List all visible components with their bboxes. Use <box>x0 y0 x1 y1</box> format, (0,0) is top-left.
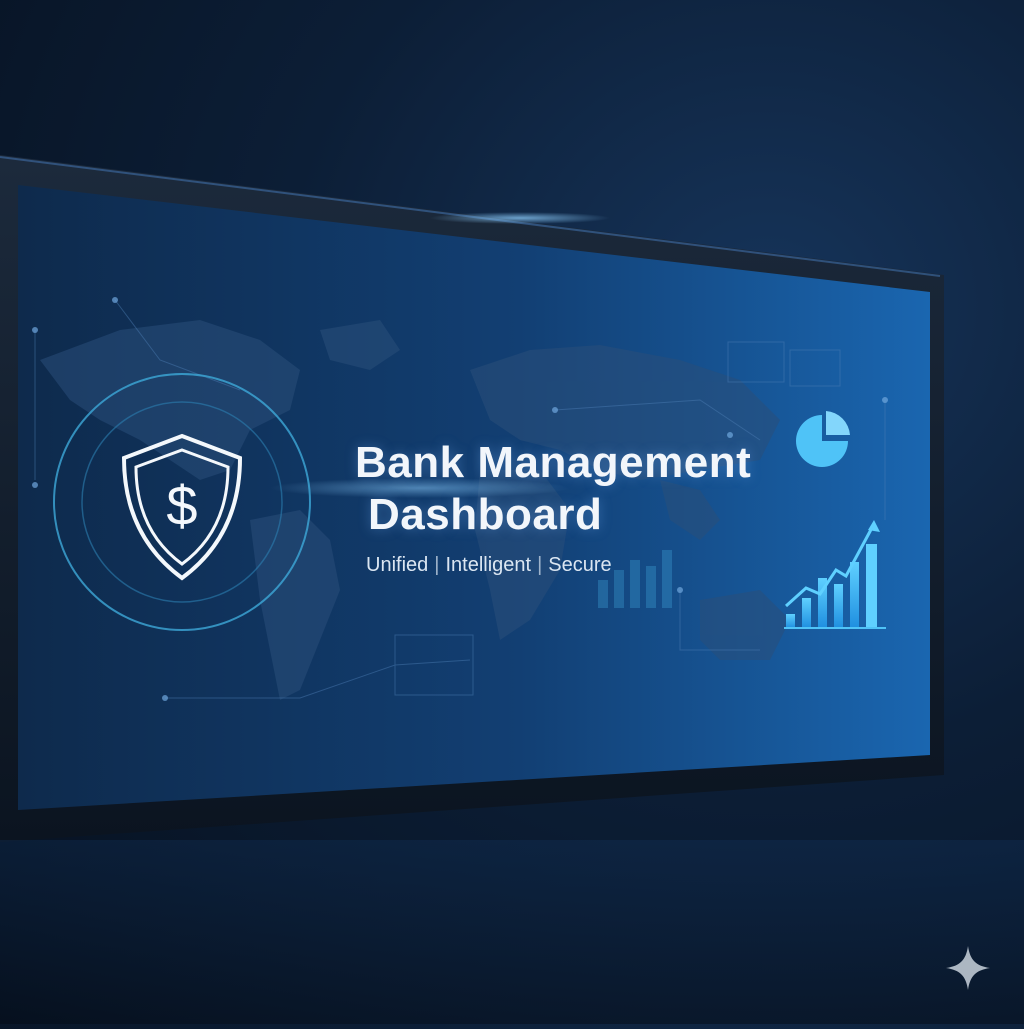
background-bars-decoration <box>598 550 672 608</box>
page-title-line-2: Dashboard <box>368 490 603 539</box>
tagline-item: Unified <box>366 554 429 576</box>
tagline: Unified | Intelligent | Secure <box>366 554 612 577</box>
shield-dollar-icon: $ <box>53 373 311 631</box>
floor-reflection <box>0 840 1024 1024</box>
pie-chart-icon <box>796 411 850 467</box>
svg-text:$: $ <box>166 474 197 537</box>
tagline-separator: | <box>537 554 543 576</box>
tagline-item: Intelligent <box>445 554 532 576</box>
page-title-line-1: Bank Management <box>355 438 752 487</box>
tagline-separator: | <box>434 554 440 576</box>
bar-growth-chart-icon <box>784 520 886 629</box>
sparkle-icon <box>946 946 990 990</box>
